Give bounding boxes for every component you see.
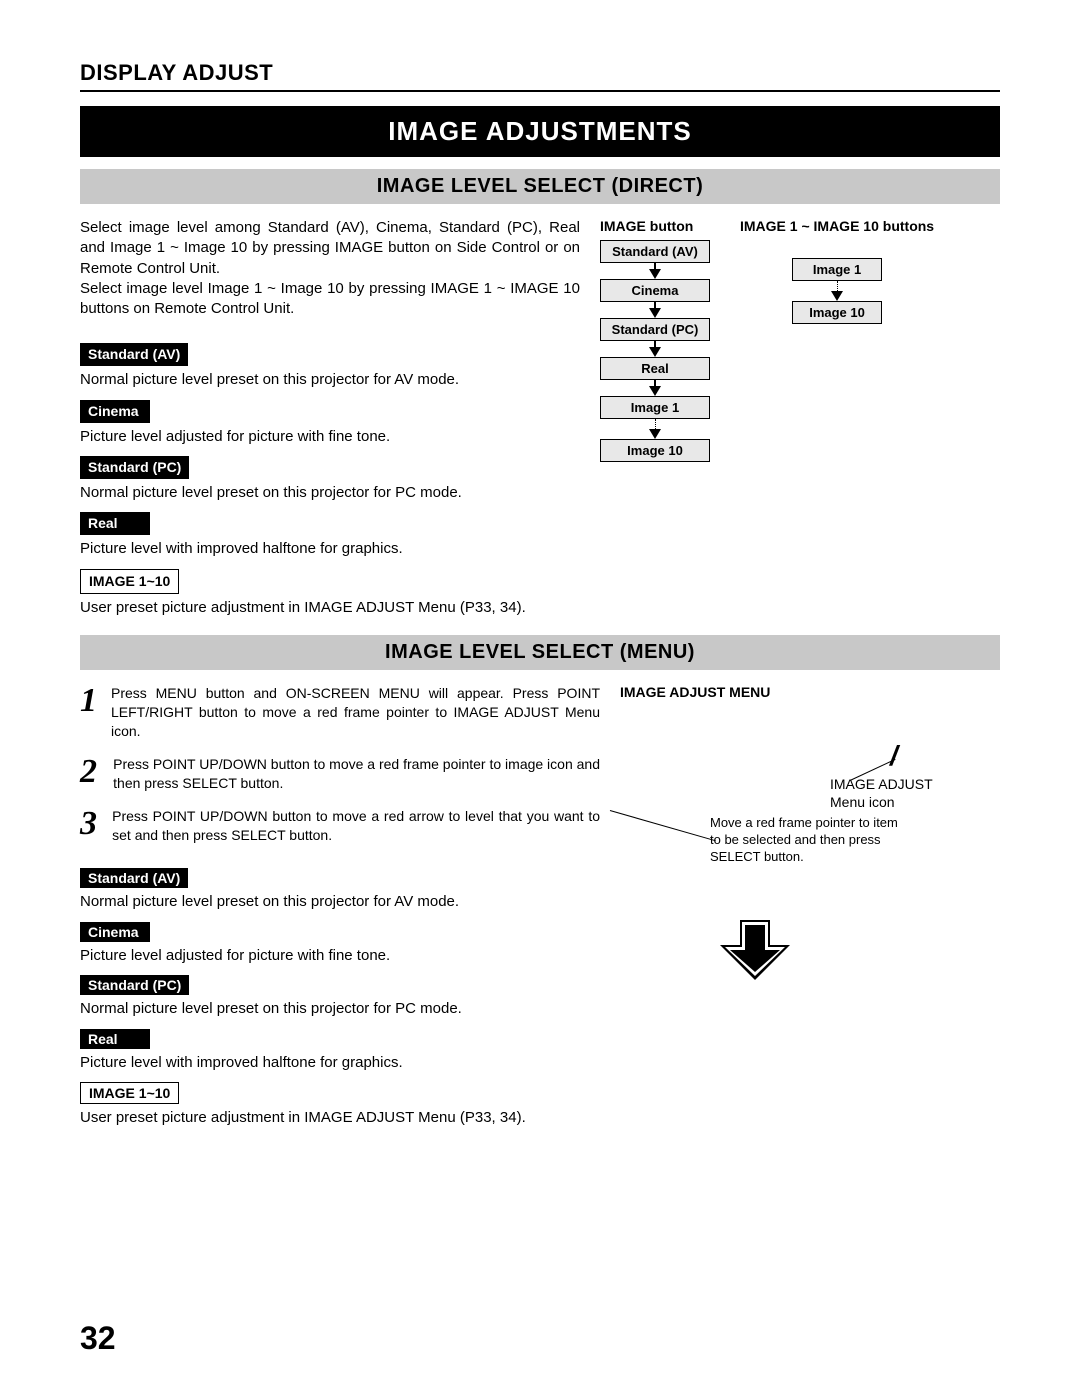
- diagram-title: IMAGE 1 ~ IMAGE 10 buttons: [740, 218, 934, 252]
- mode-label: Standard (PC): [80, 456, 189, 479]
- step-item: 1 Press MENU button and ON-SCREEN MENU w…: [80, 684, 600, 741]
- mode-item: Standard (PC) Normal picture level prese…: [80, 446, 580, 502]
- arrow-dotted-down-icon: [655, 419, 656, 429]
- mode-desc: Normal picture level preset on this proj…: [80, 999, 600, 1019]
- mode-item: IMAGE 1~10 User preset picture adjustmen…: [80, 559, 580, 617]
- diagram-box: Real: [600, 357, 710, 380]
- menu-diagram-title: IMAGE ADJUST MENU: [620, 684, 1000, 700]
- step-item: 2 Press POINT UP/DOWN button to move a r…: [80, 755, 600, 793]
- page-number: 32: [80, 1320, 116, 1357]
- diagram-box: Cinema: [600, 279, 710, 302]
- arrow-dotted-down-icon: [837, 281, 838, 291]
- mode-label: Standard (PC): [80, 975, 189, 995]
- mode-desc: Normal picture level preset on this proj…: [80, 892, 600, 912]
- mode-item: Cinema Picture level adjusted for pictur…: [80, 912, 600, 966]
- mode-item: Standard (AV) Normal picture level prese…: [80, 858, 600, 912]
- menu-diagram: / IMAGE ADJUST Menu icon Move a red fram…: [620, 730, 1000, 900]
- step-text: Press POINT UP/DOWN button to move a red…: [113, 755, 600, 793]
- mode-label: IMAGE 1~10: [80, 569, 179, 594]
- step-number: 3: [80, 807, 98, 845]
- mode-item: Real Picture level with improved halfton…: [80, 502, 580, 558]
- main-banner: IMAGE ADJUSTMENTS: [80, 106, 1000, 157]
- step-number: 1: [80, 684, 97, 741]
- mode-label: Cinema: [80, 922, 150, 942]
- callout-text: Move a red frame pointer to item to be s…: [710, 815, 910, 866]
- step-item: 3 Press POINT UP/DOWN button to move a r…: [80, 807, 600, 845]
- menu-icon-label: IMAGE ADJUST Menu icon: [830, 775, 970, 811]
- mode-label: Real: [80, 512, 150, 535]
- menu-icon-placeholder-icon: /: [890, 740, 898, 772]
- diagram-title: IMAGE button: [600, 218, 710, 234]
- mode-item: Standard (PC) Normal picture level prese…: [80, 965, 600, 1019]
- diagram-box: Standard (AV): [600, 240, 710, 263]
- mode-desc: User preset picture adjustment in IMAGE …: [80, 1108, 600, 1128]
- step-text: Press POINT UP/DOWN button to move a red…: [112, 807, 600, 845]
- big-arrow-down-icon: [720, 920, 790, 980]
- mode-desc: Picture level with improved halftone for…: [80, 539, 580, 559]
- intro-paragraph: Select image level among Standard (AV), …: [80, 218, 580, 319]
- mode-item: IMAGE 1~10 User preset picture adjustmen…: [80, 1072, 600, 1128]
- diagram-box: Image 1: [600, 396, 710, 419]
- mode-desc: Picture level adjusted for picture with …: [80, 946, 600, 966]
- mode-item: Standard (AV) Normal picture level prese…: [80, 333, 580, 389]
- subsection-title-menu: IMAGE LEVEL SELECT (MENU): [80, 635, 1000, 670]
- diagram-column-image-button: IMAGE button Standard (AV) Cinema Standa…: [600, 218, 710, 462]
- mode-label: Standard (AV): [80, 343, 188, 366]
- mode-item: Cinema Picture level adjusted for pictur…: [80, 390, 580, 446]
- mode-label: Standard (AV): [80, 868, 188, 888]
- mode-desc: User preset picture adjustment in IMAGE …: [80, 598, 580, 618]
- mode-desc: Normal picture level preset on this proj…: [80, 370, 580, 390]
- mode-desc: Picture level with improved halftone for…: [80, 1053, 600, 1073]
- diagram-column-image-number-buttons: IMAGE 1 ~ IMAGE 10 buttons Image 1 Image…: [740, 218, 934, 324]
- diagram-box: Standard (PC): [600, 318, 710, 341]
- mode-item: Real Picture level with improved halfton…: [80, 1019, 600, 1073]
- diagram-box: Image 10: [792, 301, 882, 324]
- mode-label: IMAGE 1~10: [80, 1082, 179, 1104]
- mode-desc: Picture level adjusted for picture with …: [80, 427, 580, 447]
- subsection-title-direct: IMAGE LEVEL SELECT (DIRECT): [80, 169, 1000, 204]
- step-number: 2: [80, 755, 99, 793]
- diagram-box: Image 1: [792, 258, 882, 281]
- mode-label: Real: [80, 1029, 150, 1049]
- step-text: Press MENU button and ON-SCREEN MENU wil…: [111, 684, 600, 741]
- mode-desc: Normal picture level preset on this proj…: [80, 483, 580, 503]
- section-header: DISPLAY ADJUST: [80, 60, 1000, 92]
- diagram-box: Image 10: [600, 439, 710, 462]
- mode-label: Cinema: [80, 400, 150, 423]
